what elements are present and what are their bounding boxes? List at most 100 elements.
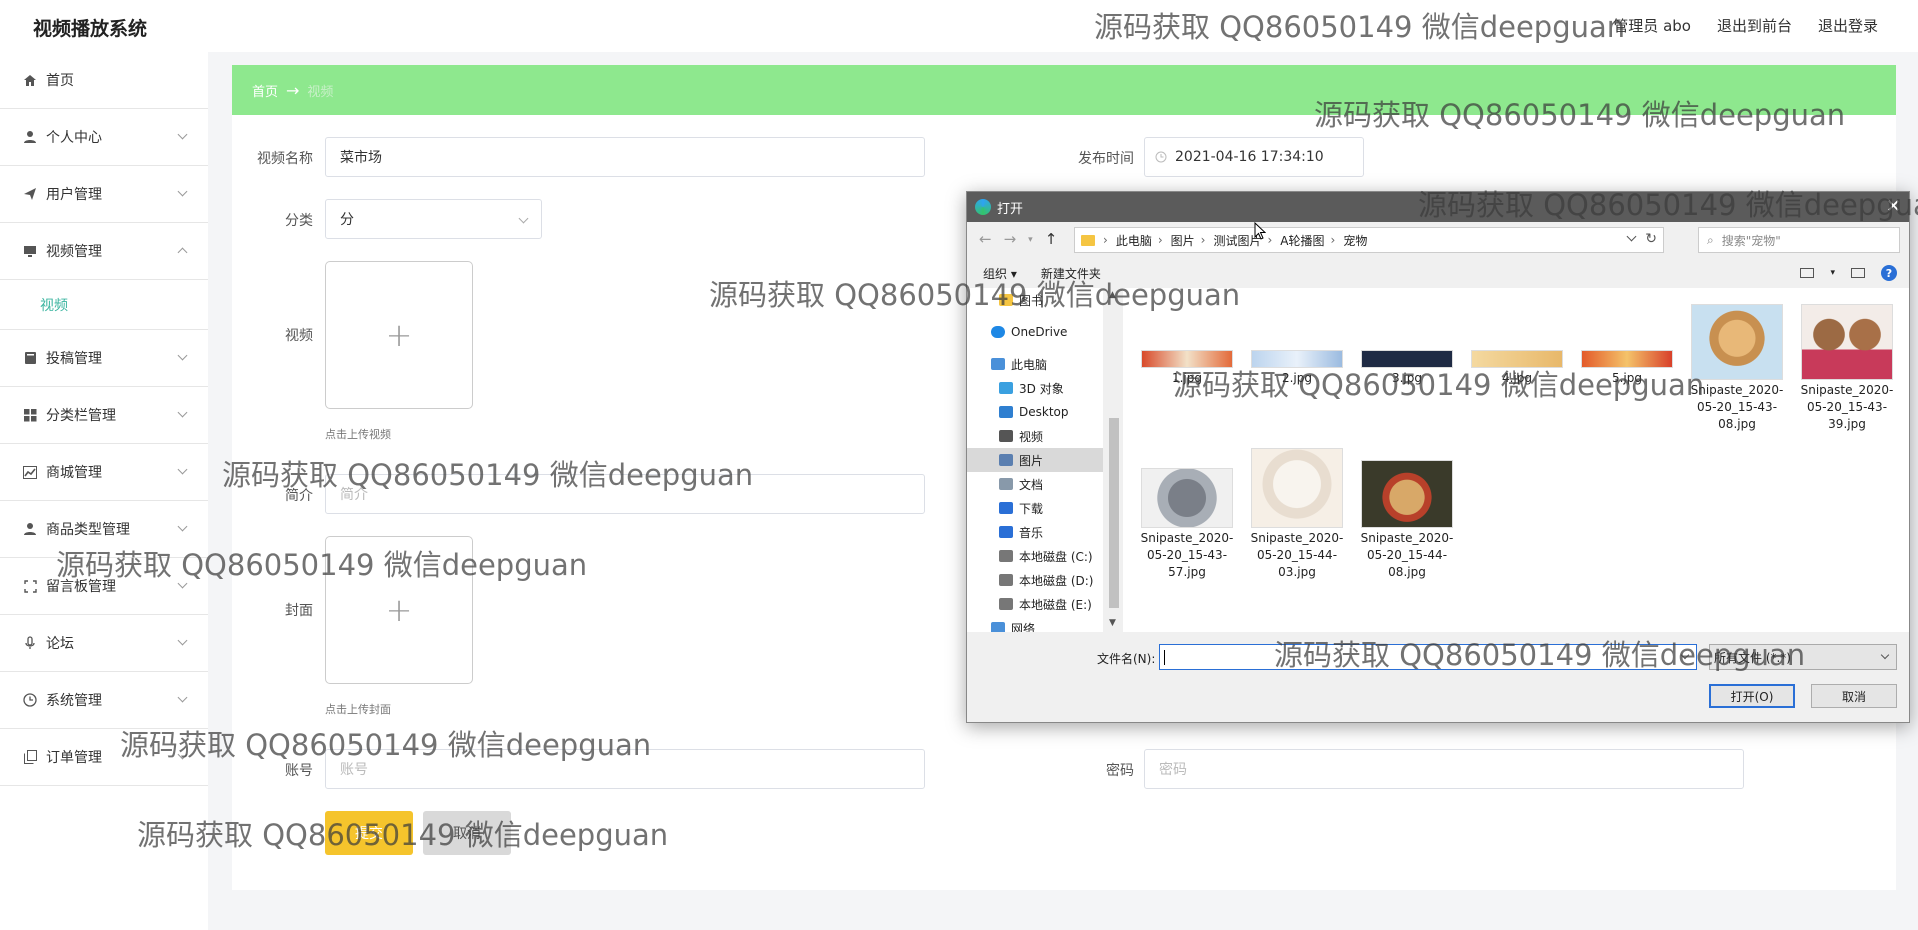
sidebar-item-categories[interactable]: 分类栏管理: [0, 387, 208, 444]
chevron-down-icon: [177, 749, 188, 760]
search-placeholder: 搜索"宠物": [1721, 233, 1781, 248]
sidebar-item-users[interactable]: 用户管理: [0, 166, 208, 223]
sidebar-item-forum[interactable]: 论坛: [0, 615, 208, 672]
file-item[interactable]: Snipaste_2020-05-20_15-43-57.jpg: [1137, 468, 1237, 581]
chevron-down-icon[interactable]: ▾: [1028, 230, 1033, 250]
tree-item[interactable]: 本地磁盘 (C:): [967, 544, 1103, 568]
file-item[interactable]: Snipaste_2020-05-20_15-44-03.jpg: [1247, 448, 1347, 581]
path-segment[interactable]: 图片: [1171, 232, 1195, 249]
sidebar-item-system[interactable]: 系统管理: [0, 672, 208, 729]
sidebar-item-home[interactable]: 首页: [0, 52, 208, 109]
sidebar-item-orders[interactable]: 订单管理: [0, 729, 208, 786]
tree-item-label: 文档: [1019, 477, 1044, 492]
tree-item[interactable]: OneDrive: [967, 320, 1103, 344]
file-item[interactable]: 5.jpg: [1577, 350, 1677, 387]
filename-input[interactable]: [1159, 644, 1697, 670]
tree-item[interactable]: 此电脑: [967, 352, 1103, 376]
up-arrow-icon[interactable]: ↑: [1045, 230, 1058, 250]
organize-button[interactable]: 组织 ▾: [983, 265, 1017, 282]
view-controls: ▾ ?: [1800, 265, 1897, 281]
file-item[interactable]: Snipaste_2020-05-20_15-43-39.jpg: [1797, 304, 1897, 433]
top-links: 管理员 abo 退出到前台 退出登录: [1613, 15, 1878, 36]
sidebar-item-profile[interactable]: 个人中心: [0, 109, 208, 166]
password-input[interactable]: 密码: [1144, 749, 1744, 789]
sidebar-item-videos[interactable]: 视频管理: [0, 223, 208, 280]
path-segment[interactable]: A轮播图: [1280, 232, 1324, 249]
picture-icon: [999, 454, 1013, 466]
image-thumbnail: [1251, 350, 1343, 368]
app-title: 视频播放系统: [33, 18, 148, 40]
account-input[interactable]: 账号: [325, 749, 925, 789]
tree-item-selected[interactable]: 图片: [967, 448, 1103, 472]
chevron-down-icon: [177, 186, 188, 197]
file-item[interactable]: 2.jpg: [1247, 350, 1347, 387]
file-item[interactable]: Snipaste_2020-05-20_15-44-08.jpg: [1357, 460, 1457, 581]
logout-link[interactable]: 退出登录: [1818, 15, 1878, 36]
sidebar-item-label: 论坛: [46, 636, 74, 652]
address-bar[interactable]: › 此电脑 › 图片 › 测试图片 › A轮播图 › 宠物 ↻: [1074, 227, 1664, 253]
image-thumbnail: [1581, 350, 1673, 368]
back-arrow-icon[interactable]: ←: [979, 230, 992, 250]
video-name-input[interactable]: 菜市场: [325, 137, 925, 177]
category-select[interactable]: 分: [325, 199, 542, 239]
dialog-command-row: 组织 ▾ 新建文件夹 ▾ ?: [967, 258, 1909, 288]
sidebar-item-messages[interactable]: 留言板管理: [0, 558, 208, 615]
video-upload-button[interactable]: +: [325, 261, 473, 409]
new-folder-button[interactable]: 新建文件夹: [1041, 265, 1101, 282]
cover-upload-button[interactable]: +: [325, 536, 473, 684]
preview-pane-icon[interactable]: [1851, 268, 1865, 278]
scroll-down-icon[interactable]: ▼: [1109, 618, 1116, 628]
video-upload-hint: 点击上传视频: [325, 428, 391, 441]
front-link[interactable]: 退出到前台: [1717, 15, 1792, 36]
forward-arrow-icon[interactable]: →: [1004, 230, 1017, 250]
file-item[interactable]: 3.jpg: [1357, 350, 1457, 387]
tree-item[interactable]: Desktop: [967, 400, 1103, 424]
tree-item[interactable]: 本地磁盘 (D:): [967, 568, 1103, 592]
browser-icon: [975, 199, 991, 215]
path-segment[interactable]: 此电脑: [1116, 232, 1152, 249]
file-type-select[interactable]: 所有文件 (*.*): [1709, 644, 1897, 670]
sidebar-item-product-types[interactable]: 商品类型管理: [0, 501, 208, 558]
tree-scrollbar[interactable]: ▲ ▼: [1107, 288, 1121, 632]
path-segment[interactable]: 宠物: [1343, 232, 1367, 249]
open-button[interactable]: 打开(O): [1709, 684, 1795, 708]
sidebar-item-shop[interactable]: 商城管理: [0, 444, 208, 501]
category-value: 分: [340, 212, 354, 228]
chevron-right-icon: ›: [1267, 233, 1273, 247]
tree-item[interactable]: 音乐: [967, 520, 1103, 544]
dialog-search-input[interactable]: ⌕ 搜索"宠物": [1698, 227, 1900, 253]
file-item[interactable]: Snipaste_2020-05-20_15-43-08.jpg: [1687, 304, 1787, 433]
submit-button[interactable]: 提交: [325, 811, 413, 855]
publish-time-input[interactable]: 2021-04-16 17:34:10: [1144, 137, 1364, 177]
tree-item[interactable]: 图书: [967, 288, 1103, 312]
chevron-down-icon[interactable]: [1680, 650, 1690, 660]
dialog-cancel-button[interactable]: 取消: [1811, 684, 1897, 708]
scroll-up-icon[interactable]: ▲: [1109, 290, 1116, 300]
scroll-thumb[interactable]: [1109, 418, 1119, 608]
category-label: 分类: [285, 213, 313, 229]
close-icon[interactable]: ✕: [1886, 196, 1901, 217]
refresh-icon[interactable]: ↻: [1645, 231, 1657, 247]
breadcrumb-home[interactable]: 首页: [252, 81, 278, 100]
help-icon[interactable]: ?: [1881, 265, 1897, 281]
view-mode-icon[interactable]: [1800, 268, 1815, 278]
chevron-down-icon[interactable]: [1626, 231, 1637, 242]
account-label: 账号: [285, 763, 313, 779]
sidebar-subitem-video[interactable]: 视频: [0, 280, 208, 330]
tree-item-label: 3D 对象: [1019, 381, 1064, 396]
intro-input[interactable]: 简介: [325, 474, 925, 514]
cancel-button[interactable]: 取消: [423, 811, 511, 855]
image-thumbnail: [1361, 350, 1453, 368]
file-item[interactable]: 4.jpg: [1467, 350, 1567, 387]
chevron-down-icon: [177, 521, 188, 532]
chevron-down-icon[interactable]: ▾: [1830, 268, 1835, 278]
tree-item[interactable]: 视频: [967, 424, 1103, 448]
sidebar-item-label: 订单管理: [46, 750, 102, 766]
tree-item[interactable]: 文档: [967, 472, 1103, 496]
tree-item[interactable]: 网络: [967, 616, 1103, 632]
tree-item[interactable]: 本地磁盘 (E:): [967, 592, 1103, 616]
tree-item[interactable]: 3D 对象: [967, 376, 1103, 400]
tree-item[interactable]: 下载: [967, 496, 1103, 520]
file-item[interactable]: 1.jpg: [1137, 350, 1237, 387]
sidebar-item-submissions[interactable]: 投稿管理: [0, 330, 208, 387]
